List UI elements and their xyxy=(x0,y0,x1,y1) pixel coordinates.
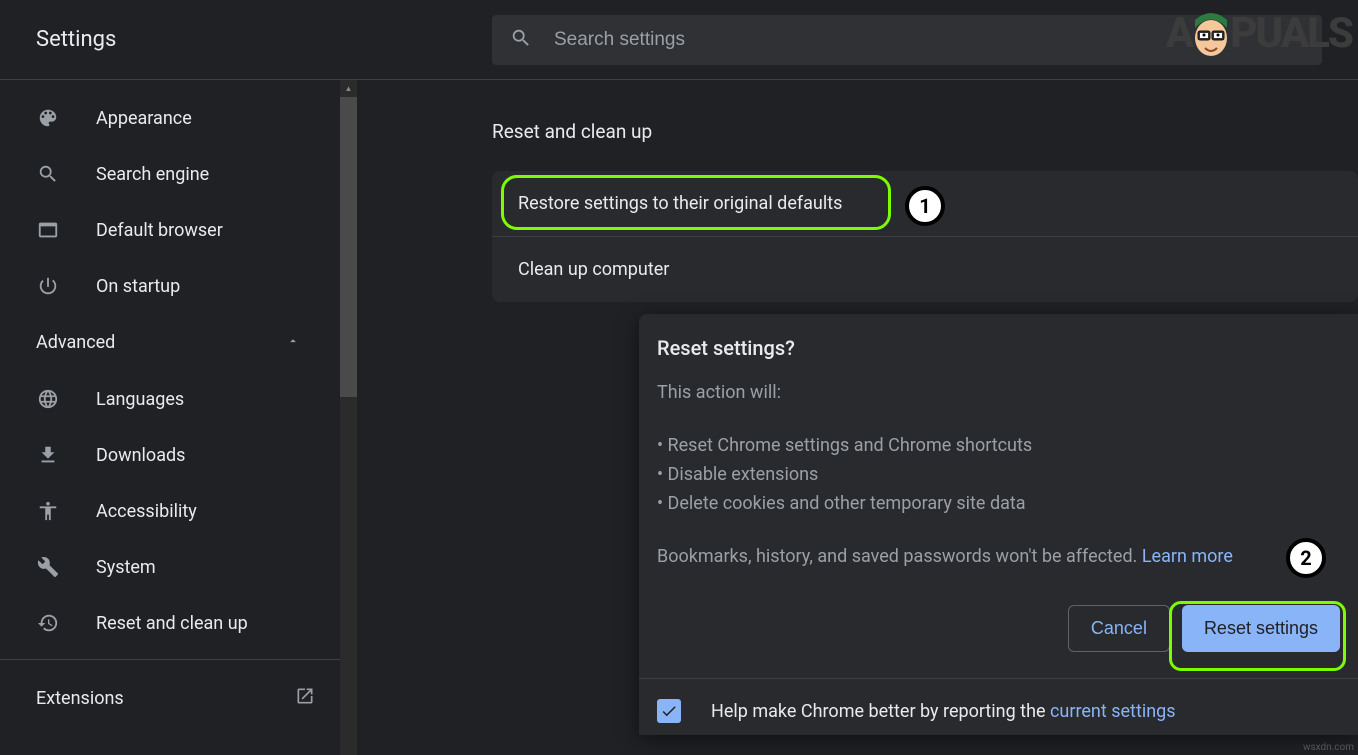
watermark: wsxdn.com xyxy=(1303,742,1354,753)
external-link-icon xyxy=(295,686,315,710)
dialog-footer-text: Bookmarks, history, and saved passwords … xyxy=(657,546,1340,567)
sidebar-item-downloads[interactable]: Downloads xyxy=(0,427,330,483)
wrench-icon xyxy=(36,555,60,579)
dialog-bullet-text: Delete cookies and other temporary site … xyxy=(668,493,1026,514)
sidebar-item-label: Reset and clean up xyxy=(96,613,248,634)
scrollbar-arrow-up-icon[interactable]: ▲ xyxy=(340,80,357,97)
dialog-bullet: • Delete cookies and other temporary sit… xyxy=(657,489,1340,518)
checkbox-text: Help make Chrome better by reporting the xyxy=(711,701,1050,722)
annotation-step-1: 1 xyxy=(905,186,945,226)
cancel-button[interactable]: Cancel xyxy=(1068,605,1170,652)
dialog-checkbox-row: Help make Chrome better by reporting the… xyxy=(639,678,1358,735)
sidebar-item-default-browser[interactable]: Default browser xyxy=(0,202,330,258)
sidebar-item-accessibility[interactable]: Accessibility xyxy=(0,483,330,539)
current-settings-link[interactable]: current settings xyxy=(1050,701,1176,722)
logo-mascot-icon xyxy=(1190,8,1232,58)
download-icon xyxy=(36,443,60,467)
sidebar-item-search-engine[interactable]: Search engine xyxy=(0,146,330,202)
settings-header: Settings xyxy=(0,0,1358,80)
accessibility-icon xyxy=(36,499,60,523)
sidebar-item-label: On startup xyxy=(96,276,180,297)
power-icon xyxy=(36,274,60,298)
sidebar-item-on-startup[interactable]: On startup xyxy=(0,258,330,314)
reset-settings-button[interactable]: Reset settings xyxy=(1182,605,1340,652)
palette-icon xyxy=(36,106,60,130)
dialog-bullet: • Reset Chrome settings and Chrome short… xyxy=(657,431,1340,460)
extensions-label: Extensions xyxy=(36,688,124,709)
sidebar-item-appearance[interactable]: Appearance xyxy=(0,90,330,146)
annotation-step-2: 2 xyxy=(1286,538,1326,578)
browser-icon xyxy=(36,218,60,242)
reset-settings-dialog: Reset settings? This action will: • Rese… xyxy=(639,314,1358,735)
sidebar-item-extensions[interactable]: Extensions xyxy=(0,668,340,728)
sidebar-item-label: Appearance xyxy=(96,108,192,129)
chevron-up-icon xyxy=(286,333,300,352)
sidebar-item-label: Default browser xyxy=(96,220,223,241)
checkbox-label: Help make Chrome better by reporting the… xyxy=(711,701,1176,722)
sidebar-item-label: Search engine xyxy=(96,164,209,185)
sidebar-container: Appearance Search engine Default browser… xyxy=(0,80,357,755)
dialog-bullet: • Disable extensions xyxy=(657,460,1340,489)
page-title: Settings xyxy=(36,27,492,52)
logo-text-left: A xyxy=(1166,9,1192,58)
sidebar-item-label: Accessibility xyxy=(96,501,197,522)
dialog-intro: This action will: xyxy=(657,382,1340,403)
section-title: Reset and clean up xyxy=(492,120,1358,143)
globe-icon xyxy=(36,387,60,411)
divider xyxy=(0,659,340,660)
restore-icon xyxy=(36,611,60,635)
sidebar-item-system[interactable]: System xyxy=(0,539,330,595)
sidebar-item-label: System xyxy=(96,557,156,578)
sidebar-item-languages[interactable]: Languages xyxy=(0,371,330,427)
search-icon xyxy=(510,27,554,53)
dialog-buttons: Cancel Reset settings xyxy=(657,605,1340,652)
scrollbar-track[interactable]: ▲ xyxy=(340,80,357,755)
dialog-bullet-text: Reset Chrome settings and Chrome shortcu… xyxy=(668,435,1033,456)
search-icon xyxy=(36,162,60,186)
sidebar-item-label: Languages xyxy=(96,389,184,410)
dialog-title: Reset settings? xyxy=(657,336,1340,360)
sidebar-item-reset[interactable]: Reset and clean up xyxy=(0,595,330,651)
sidebar: Appearance Search engine Default browser… xyxy=(0,80,340,755)
logo-text-right: PUALS xyxy=(1230,9,1352,58)
advanced-label: Advanced xyxy=(36,332,115,353)
settings-row-clean-up[interactable]: Clean up computer xyxy=(492,237,1358,302)
report-checkbox[interactable] xyxy=(657,699,681,723)
learn-more-link[interactable]: Learn more xyxy=(1142,546,1233,567)
dialog-footer-span: Bookmarks, history, and saved passwords … xyxy=(657,546,1142,567)
appuals-logo: A PUALS xyxy=(1166,8,1352,58)
advanced-toggle[interactable]: Advanced xyxy=(0,314,340,371)
scrollbar-thumb[interactable] xyxy=(340,97,357,397)
dialog-bullet-text: Disable extensions xyxy=(668,464,819,485)
sidebar-item-label: Downloads xyxy=(96,445,185,466)
